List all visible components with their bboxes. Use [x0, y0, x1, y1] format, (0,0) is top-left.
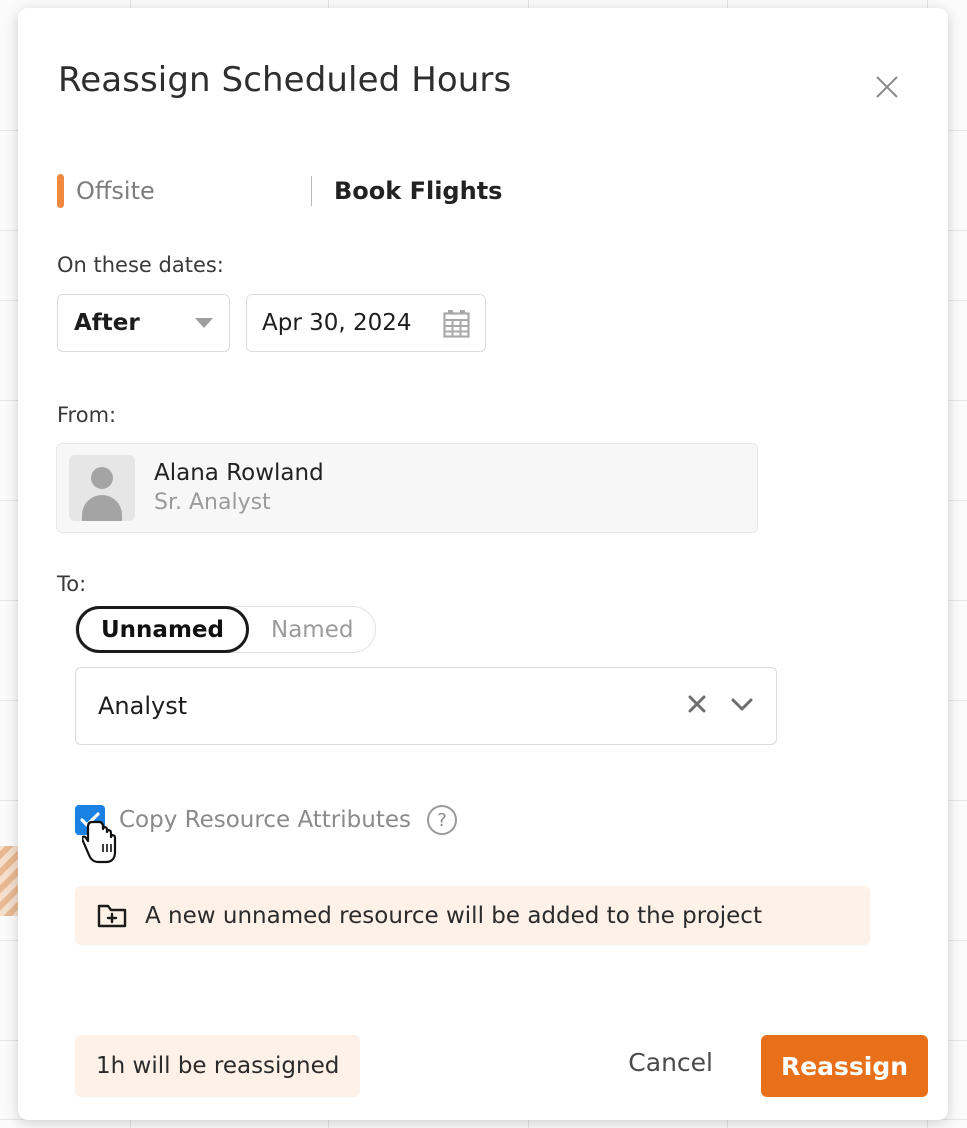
- chevron-down-icon: [195, 318, 213, 328]
- toggle-option-named[interactable]: Named: [249, 606, 375, 653]
- breadcrumb-divider: [311, 176, 312, 206]
- to-label: To:: [57, 572, 87, 596]
- clear-selection-icon[interactable]: [686, 693, 708, 719]
- page-title: Reassign Scheduled Hours: [58, 60, 512, 100]
- copy-attributes-checkbox[interactable]: [75, 805, 105, 835]
- user-avatar-icon: [69, 455, 135, 521]
- date-input[interactable]: Apr 30, 2024: [246, 294, 486, 352]
- from-resource-name: Alana Rowland: [154, 460, 324, 487]
- calendar-icon: [443, 309, 470, 338]
- project-color-bar: [57, 174, 64, 208]
- to-role-select[interactable]: Analyst: [75, 667, 777, 745]
- from-resource-card: Alana Rowland Sr. Analyst: [56, 443, 758, 533]
- info-banner-text: A new unnamed resource will be added to …: [145, 902, 762, 929]
- copy-attributes-row: Copy Resource Attributes ?: [75, 805, 457, 835]
- copy-attributes-label: Copy Resource Attributes: [119, 807, 411, 833]
- task-name: Book Flights: [334, 177, 503, 205]
- question-circle-icon[interactable]: ?: [426, 805, 457, 835]
- to-role-value: Analyst: [98, 692, 188, 720]
- date-operator-value: After: [74, 310, 140, 336]
- date-operator-select[interactable]: After: [57, 294, 230, 352]
- date-value: Apr 30, 2024: [262, 310, 412, 336]
- project-name: Offsite: [76, 177, 155, 205]
- to-mode-toggle: Unnamed Named: [75, 606, 377, 653]
- reassign-dialog: Reassign Scheduled Hours Offsite Book Fl…: [18, 8, 948, 1120]
- info-banner: A new unnamed resource will be added to …: [75, 886, 870, 945]
- from-resource-role: Sr. Analyst: [154, 489, 271, 515]
- cancel-button[interactable]: Cancel: [628, 1048, 713, 1077]
- dates-label: On these dates:: [57, 253, 224, 277]
- toggle-option-unnamed[interactable]: Unnamed: [76, 606, 249, 653]
- breadcrumb: Offsite Book Flights: [57, 170, 502, 212]
- chevron-down-icon[interactable]: [730, 696, 754, 716]
- close-icon[interactable]: [868, 68, 906, 106]
- reassign-summary-badge: 1h will be reassigned: [75, 1035, 361, 1097]
- from-label: From:: [57, 403, 117, 427]
- reassign-button[interactable]: Reassign: [761, 1035, 928, 1097]
- dates-controls: After Apr 30, 2024: [57, 294, 486, 352]
- folder-plus-icon: [97, 903, 127, 929]
